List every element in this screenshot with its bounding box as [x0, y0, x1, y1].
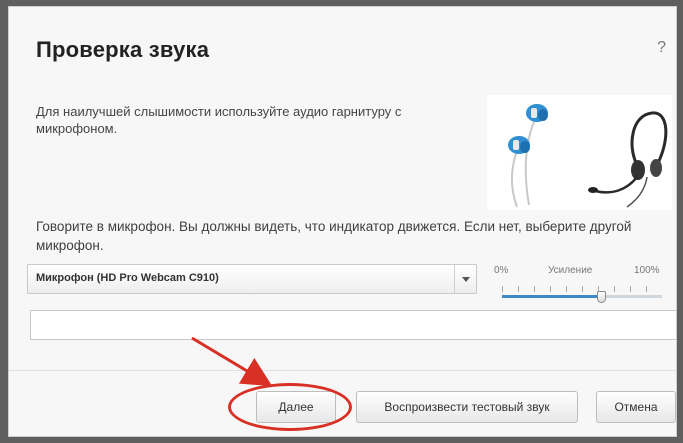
gain-max-label: 100%	[634, 265, 660, 276]
headset-picture	[487, 95, 672, 210]
dialog-title: Проверка звука	[36, 37, 210, 62]
sound-check-dialog: Проверка звука ? Для наилучшей слышимост…	[8, 6, 677, 437]
gain-slider[interactable]	[502, 286, 662, 306]
headset-and-earbuds-icon	[508, 104, 668, 208]
instruction-text: Говорите в микрофон. Вы должны видеть, ч…	[36, 219, 632, 253]
chevron-down-icon[interactable]	[454, 265, 476, 293]
divider	[9, 370, 676, 371]
gain-min-label: 0%	[494, 265, 509, 276]
gain-slider-fill	[502, 295, 602, 298]
play-test-sound-button[interactable]: Воспроизвести тестовый звук	[356, 391, 578, 423]
microphone-select-value: Микрофон (HD Pro Webcam C910)	[36, 272, 219, 284]
microphone-select[interactable]: Микрофон (HD Pro Webcam C910)	[27, 264, 477, 294]
gain-label: Усиление	[548, 265, 593, 276]
gain-slider-thumb[interactable]	[597, 291, 607, 303]
gain-slider-ticks	[502, 286, 662, 292]
next-button[interactable]: Далее	[256, 391, 336, 423]
help-icon[interactable]: ?	[657, 39, 666, 57]
mic-level-meter	[30, 310, 677, 340]
cancel-button[interactable]: Отмена	[596, 391, 676, 423]
intro-text: Для наилучшей слышимости используйте ауд…	[36, 104, 402, 136]
